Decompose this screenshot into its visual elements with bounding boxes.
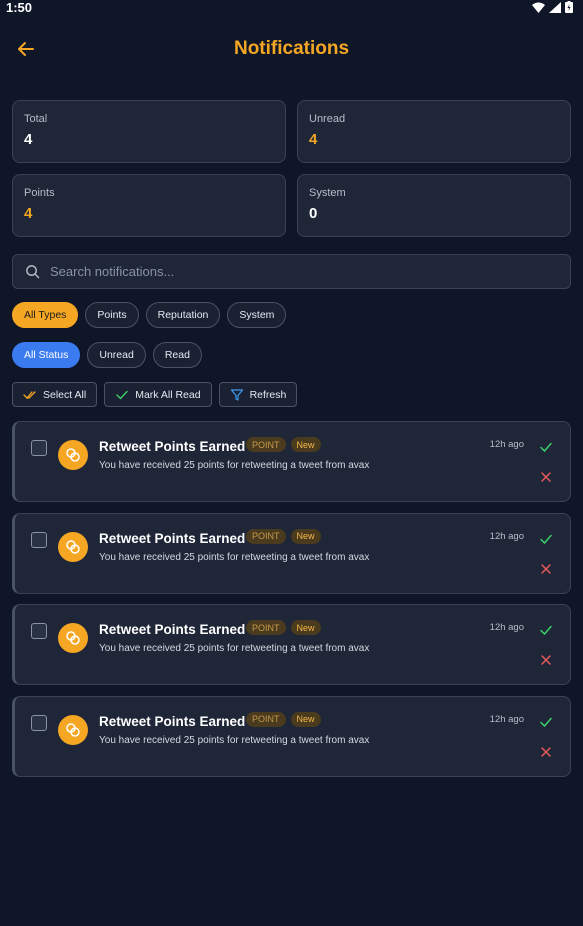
notification-title: Retweet Points Earned bbox=[99, 530, 246, 546]
filter-points[interactable]: Points bbox=[85, 302, 139, 328]
header: Notifications bbox=[0, 30, 583, 68]
mark-read-check-icon[interactable] bbox=[539, 532, 553, 546]
notification-card[interactable]: Retweet Points Earned POINT New You have… bbox=[12, 512, 571, 594]
stat-label: Total bbox=[24, 113, 48, 125]
new-badge: New bbox=[290, 437, 321, 452]
search-input[interactable] bbox=[50, 264, 550, 279]
notification-card[interactable]: Retweet Points Earned POINT New You have… bbox=[12, 604, 571, 685]
notification-message: You have received 25 points for retweeti… bbox=[99, 460, 370, 471]
type-badge: POINT bbox=[246, 437, 286, 452]
stat-label: System bbox=[309, 187, 346, 199]
status-time: 1:50 bbox=[6, 0, 33, 15]
stat-card-points: Points 4 bbox=[12, 174, 286, 237]
notification-time: 12h ago bbox=[489, 713, 524, 725]
stat-value: 0 bbox=[309, 205, 318, 222]
stat-value: 4 bbox=[24, 205, 33, 222]
coins-icon bbox=[58, 623, 88, 653]
notification-title: Retweet Points Earned bbox=[99, 439, 246, 454]
stat-card-total: Total 4 bbox=[12, 100, 286, 163]
new-badge: New bbox=[290, 711, 321, 727]
notification-time: 12h ago bbox=[489, 622, 524, 633]
status-icons bbox=[532, 1, 573, 13]
notification-time: 12h ago bbox=[489, 439, 524, 450]
stat-card-system: System 0 bbox=[297, 174, 571, 237]
new-badge: New bbox=[290, 620, 321, 635]
search-icon bbox=[26, 265, 40, 279]
notification-list: Retweet Points Earned POINT New You have… bbox=[12, 421, 571, 787]
mark-read-check-icon[interactable] bbox=[539, 440, 553, 454]
status-bar: 1:50 bbox=[0, 0, 583, 15]
double-check-icon bbox=[23, 390, 36, 399]
refresh-label: Refresh bbox=[249, 388, 287, 401]
notification-message: You have received 25 points for retweeti… bbox=[99, 643, 370, 654]
battery-icon bbox=[565, 1, 573, 13]
filter-all-status[interactable]: All Status bbox=[12, 342, 81, 368]
check-icon bbox=[116, 390, 128, 400]
type-filter-row: All Types Points Reputation System bbox=[12, 302, 287, 328]
mark-read-check-icon[interactable] bbox=[539, 623, 553, 637]
select-all-button[interactable]: Select All bbox=[12, 382, 98, 407]
notification-time: 12h ago bbox=[489, 530, 524, 542]
notification-card[interactable]: Retweet Points Earned POINT New You have… bbox=[12, 421, 571, 502]
badge-row: POINT New bbox=[246, 711, 321, 727]
mark-read-check-icon[interactable] bbox=[539, 715, 553, 729]
stat-label: Points bbox=[24, 187, 55, 199]
stat-label: Unread bbox=[309, 113, 346, 125]
action-row: Select All Mark All Read Refresh bbox=[12, 382, 298, 407]
notification-title: Retweet Points Earned bbox=[99, 622, 246, 637]
mark-all-read-label: Mark All Read bbox=[135, 388, 201, 401]
badge-row: POINT New bbox=[246, 437, 321, 452]
notification-title: Retweet Points Earned bbox=[99, 713, 246, 729]
notification-checkbox[interactable] bbox=[31, 531, 47, 548]
notification-checkbox[interactable] bbox=[31, 623, 47, 639]
delete-x-icon[interactable] bbox=[539, 653, 553, 667]
wifi-icon bbox=[532, 2, 545, 13]
notification-checkbox[interactable] bbox=[31, 440, 47, 456]
notification-card[interactable]: Retweet Points Earned POINT New You have… bbox=[12, 695, 571, 777]
filter-read[interactable]: Read bbox=[152, 342, 202, 368]
notification-checkbox[interactable] bbox=[31, 714, 47, 731]
delete-x-icon[interactable] bbox=[539, 470, 553, 484]
signal-icon bbox=[549, 1, 561, 13]
type-badge: POINT bbox=[246, 711, 286, 727]
coins-icon bbox=[58, 714, 88, 745]
mark-all-read-button[interactable]: Mark All Read bbox=[104, 382, 212, 407]
filter-reputation[interactable]: Reputation bbox=[145, 302, 221, 328]
filter-icon bbox=[230, 388, 243, 401]
notification-message: You have received 25 points for retweeti… bbox=[99, 734, 370, 746]
stat-value: 4 bbox=[309, 131, 318, 148]
stats-grid: Total 4 Unread 4 Points 4 System 0 bbox=[12, 100, 571, 237]
filter-all-types[interactable]: All Types bbox=[12, 302, 79, 328]
status-filter-row: All Status Unread Read bbox=[12, 342, 202, 368]
page-title: Notifications bbox=[233, 38, 350, 59]
badge-row: POINT New bbox=[246, 620, 321, 635]
filter-unread[interactable]: Unread bbox=[87, 342, 146, 368]
refresh-button[interactable]: Refresh bbox=[218, 382, 298, 407]
search-bar bbox=[12, 254, 571, 289]
type-badge: POINT bbox=[246, 528, 286, 544]
notification-message: You have received 25 points for retweeti… bbox=[99, 551, 370, 563]
filter-system[interactable]: System bbox=[227, 302, 287, 328]
badge-row: POINT New bbox=[246, 528, 321, 544]
back-arrow-icon[interactable] bbox=[16, 39, 36, 59]
coins-icon bbox=[58, 440, 88, 470]
new-badge: New bbox=[290, 528, 321, 544]
stat-card-unread: Unread 4 bbox=[297, 100, 571, 163]
type-badge: POINT bbox=[246, 620, 286, 635]
delete-x-icon[interactable] bbox=[539, 745, 553, 759]
coins-icon bbox=[58, 531, 88, 562]
stat-value: 4 bbox=[24, 131, 33, 148]
delete-x-icon[interactable] bbox=[539, 562, 553, 576]
select-all-label: Select All bbox=[43, 388, 87, 401]
